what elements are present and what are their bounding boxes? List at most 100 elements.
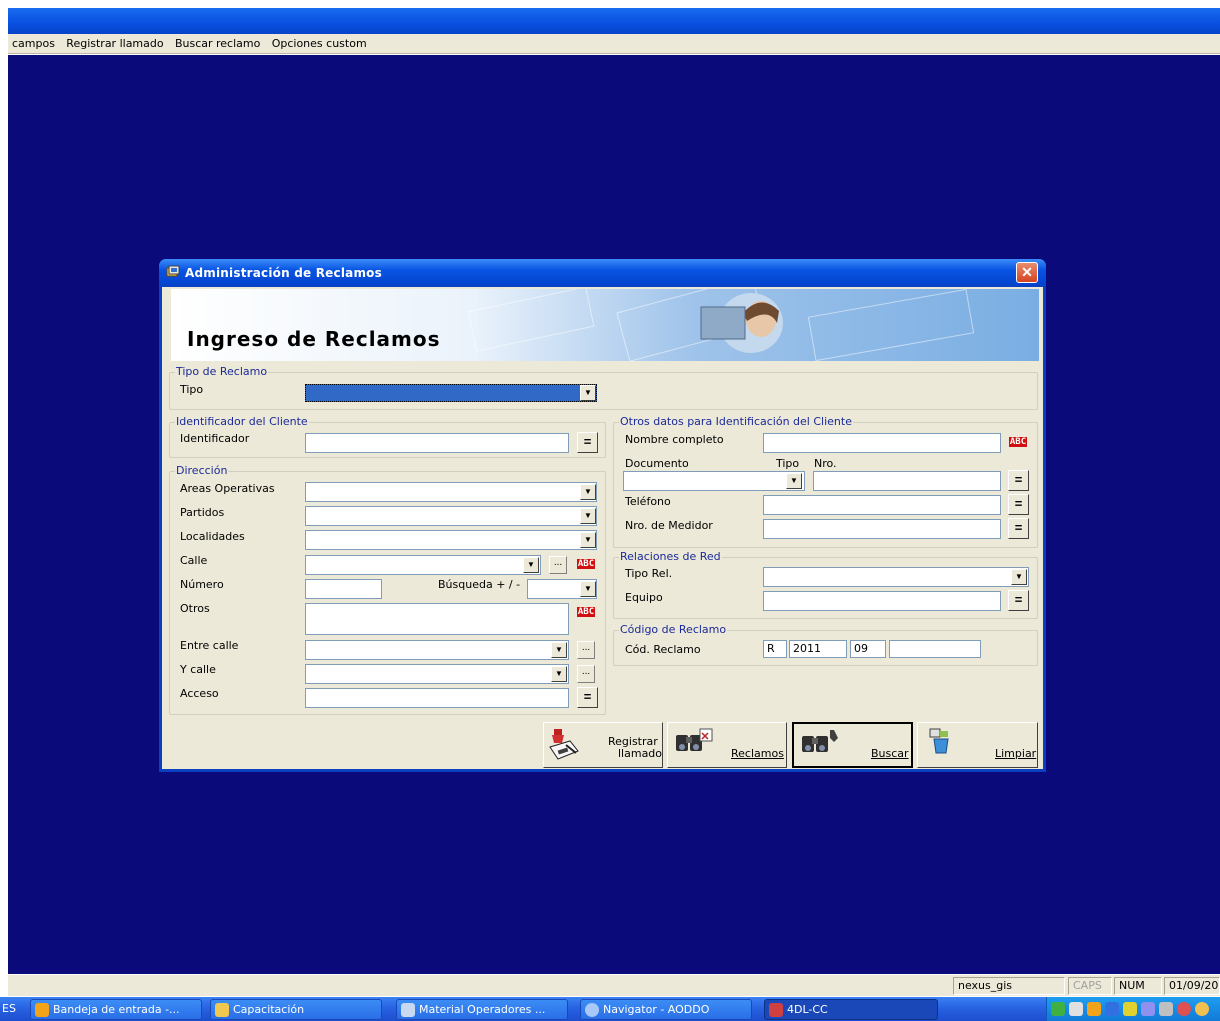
y-calle-select[interactable] (305, 664, 569, 684)
equipo-label: Equipo (625, 591, 663, 604)
y-calle-dropdown-button[interactable]: ▼ (551, 666, 567, 682)
entre-calle-select[interactable] (305, 640, 569, 660)
taskbar-item-bandeja[interactable]: Bandeja de entrada -... (30, 999, 202, 1020)
security-icon[interactable] (1123, 1002, 1137, 1016)
cod-prefix-field[interactable]: R (763, 640, 787, 658)
dialog-title-bar[interactable]: Administración de Reclamos ✕ (159, 259, 1046, 287)
taskbar-item-navigator[interactable]: Navigator - AODDO (580, 999, 752, 1020)
areas-dropdown-button[interactable]: ▼ (580, 484, 596, 500)
taskbar-item-label: Material Operadores ... (419, 1003, 546, 1016)
sound-icon[interactable] (1159, 1002, 1173, 1016)
buscar-label: Buscar (871, 747, 909, 760)
menu-item-campos[interactable]: campos (8, 34, 59, 51)
limpiar-label: Limpiar (995, 747, 1037, 760)
doc-tipo-select[interactable] (623, 471, 805, 491)
abc-icon: ABC (576, 559, 596, 569)
antivirus-icon[interactable] (1105, 1002, 1119, 1016)
entre-calle-dropdown-button[interactable]: ▼ (551, 642, 567, 658)
doc-tipo-label: Tipo (776, 457, 800, 470)
documento-label: Documento (625, 457, 689, 470)
reclamos-button[interactable]: Reclamos (667, 722, 787, 768)
medidor-input[interactable] (763, 519, 1001, 539)
taskbar: ES Bandeja de entrada -... Capacitación … (0, 997, 1220, 1021)
binoculars-search-icon (802, 730, 838, 752)
update-icon[interactable] (1141, 1002, 1155, 1016)
monitor-icon[interactable] (1069, 1002, 1083, 1016)
taskbar-item-label: Bandeja de entrada -... (53, 1003, 180, 1016)
acceso-lookup-button[interactable]: = (577, 687, 598, 708)
telefono-input[interactable] (763, 495, 1001, 515)
calle-select[interactable] (305, 555, 541, 575)
buscar-button[interactable]: Buscar (792, 722, 913, 768)
tipo-rel-select[interactable] (763, 567, 1029, 587)
busqueda-label: Búsqueda + / - (438, 578, 521, 591)
y-calle-browse-button[interactable]: ... (577, 665, 595, 683)
network-icon[interactable] (1051, 1002, 1065, 1016)
nombre-completo-label: Nombre completo (625, 433, 724, 446)
otros-textarea[interactable] (305, 603, 569, 635)
medidor-lookup-button[interactable]: = (1008, 518, 1029, 539)
status-bar: nexus_gis CAPS NUM 01/09/201 (8, 974, 1220, 996)
doc-nro-input[interactable] (813, 471, 1001, 491)
otros-abc-button[interactable]: ABC (575, 603, 597, 623)
limpiar-button[interactable]: Limpiar (917, 722, 1038, 768)
calle-abc-button[interactable]: ABC (575, 555, 597, 575)
equals-icon: = (1014, 472, 1023, 487)
menu-item-opciones-custom[interactable]: Opciones custom (268, 34, 371, 51)
entre-calle-browse-button[interactable]: ... (577, 641, 595, 659)
codigo-reclamo-legend: Código de Reclamo (619, 623, 728, 636)
telefono-label: Teléfono (625, 495, 671, 508)
tipo-rel-dropdown-button[interactable]: ▼ (1011, 569, 1027, 585)
numero-input[interactable] (305, 579, 382, 599)
app-window-icon (769, 1003, 783, 1017)
documento-lookup-button[interactable]: = (1008, 470, 1029, 491)
tipo-select[interactable] (305, 384, 597, 402)
nombre-abc-button[interactable]: ABC (1007, 433, 1029, 453)
banner-decoration-image (467, 289, 975, 361)
localidades-dropdown-button[interactable]: ▼ (580, 532, 596, 548)
registrar-llamado-button[interactable]: Registrar llamado (543, 722, 663, 768)
menu-item-buscar-reclamo[interactable]: Buscar reclamo (171, 34, 264, 51)
identificador-label: Identificador (180, 432, 250, 445)
close-button[interactable]: ✕ (1016, 262, 1038, 283)
areas-select[interactable] (305, 482, 597, 502)
identificador-lookup-button[interactable]: = (577, 432, 598, 453)
close-icon: ✕ (1021, 264, 1033, 280)
calle-dropdown-button[interactable]: ▼ (523, 557, 539, 573)
cod-year-field[interactable]: 2011 (789, 640, 847, 658)
telefono-lookup-button[interactable]: = (1008, 494, 1029, 515)
folder-icon (215, 1003, 229, 1017)
partidos-dropdown-button[interactable]: ▼ (580, 508, 596, 524)
menu-item-registrar-llamado[interactable]: Registrar llamado (62, 34, 167, 51)
mail-icon (35, 1003, 49, 1017)
equipo-input[interactable] (763, 591, 1001, 611)
cod-month-field[interactable]: 09 (850, 640, 886, 658)
tipo-dropdown-button[interactable]: ▼ (580, 385, 596, 401)
doc-tipo-dropdown-button[interactable]: ▼ (786, 473, 802, 489)
equipo-lookup-button[interactable]: = (1008, 590, 1029, 611)
alert-icon[interactable] (1177, 1002, 1191, 1016)
chevron-down-icon: ▼ (527, 560, 535, 569)
taskbar-item-material[interactable]: Material Operadores ... (396, 999, 568, 1020)
localidades-select[interactable] (305, 530, 597, 550)
nombre-completo-input[interactable] (763, 433, 1001, 453)
calle-browse-button[interactable]: ... (549, 556, 567, 574)
partidos-label: Partidos (180, 506, 225, 519)
system-tray (1046, 997, 1220, 1021)
entre-calle-label: Entre calle (180, 639, 239, 652)
partidos-select[interactable] (305, 506, 597, 526)
status-icon[interactable] (1195, 1002, 1209, 1016)
taskbar-item-capacitacion[interactable]: Capacitación (210, 999, 382, 1020)
language-indicator[interactable]: ES (2, 1002, 16, 1015)
tipo-reclamo-group (169, 372, 1038, 410)
acceso-input[interactable] (305, 688, 569, 708)
medidor-label: Nro. de Medidor (625, 519, 713, 532)
identificador-input[interactable] (305, 433, 569, 453)
taskbar-item-4dl-cc[interactable]: 4DL-CC (764, 999, 938, 1020)
busqueda-dropdown-button[interactable]: ▼ (580, 581, 596, 597)
taskbar-item-label: Capacitación (233, 1003, 305, 1016)
direccion-legend: Dirección (175, 464, 229, 477)
cod-number-field[interactable] (889, 640, 981, 658)
taskbar-item-label: Navigator - AODDO (603, 1003, 710, 1016)
mail-icon[interactable] (1087, 1002, 1101, 1016)
